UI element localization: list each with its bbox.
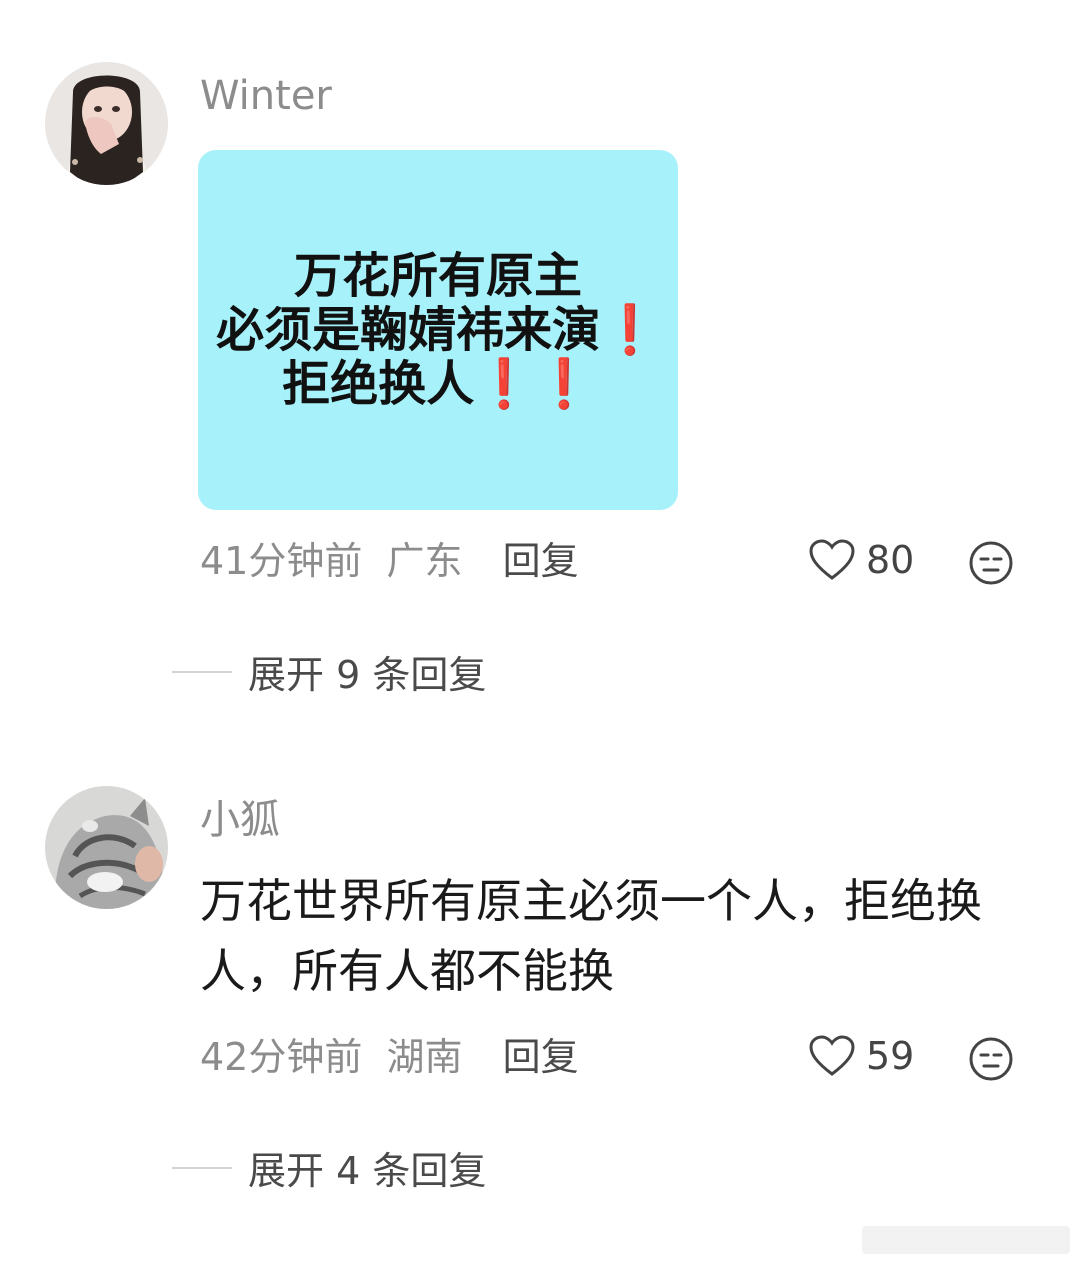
location: 湖南	[386, 1035, 463, 1079]
like-button[interactable]: 59	[808, 1034, 914, 1078]
comment-image[interactable]: 万花所有原主 必须是鞠婧祎来演❗ 拒绝换人❗❗	[198, 150, 678, 510]
avatar-cat-image	[45, 786, 168, 909]
username[interactable]: 小狐	[200, 796, 280, 844]
image-text-line-3: 拒绝换人❗❗	[282, 356, 594, 412]
watermark	[862, 1226, 1070, 1254]
timestamp: 42分钟前	[200, 1035, 363, 1079]
exclamation-icon: ❗	[600, 302, 660, 358]
image-text-line-2: 必须是鞠婧祎来演❗	[216, 302, 660, 358]
comment-item: Winter 万花所有原主 必须是鞠婧祎来演❗ 拒绝换人❗❗ 41分钟前 广东 …	[0, 0, 1080, 720]
like-count: 59	[866, 1034, 915, 1078]
exclamation-icon: ❗❗	[474, 356, 594, 412]
expand-replies-label: 展开 4 条回复	[248, 1149, 487, 1193]
expand-replies-button[interactable]: 展开 9 条回复	[172, 644, 486, 699]
avatar-girl-image	[45, 62, 168, 185]
comment-text: 万花世界所有原主必须一个人，拒绝换人，所有人都不能换	[200, 874, 982, 998]
comment-meta: 42分钟前 湖南 回复	[200, 1034, 579, 1080]
timestamp: 41分钟前	[200, 539, 363, 583]
username[interactable]: Winter	[200, 72, 332, 120]
divider-line	[172, 670, 232, 673]
expressionless-face-icon[interactable]	[968, 1036, 1014, 1082]
expand-replies-button[interactable]: 展开 4 条回复	[172, 1140, 486, 1195]
image-text-line-1: 万花所有原主	[293, 248, 582, 304]
heart-icon	[809, 539, 855, 580]
comment-meta: 41分钟前 广东 回复	[200, 538, 579, 584]
expressionless-face-icon[interactable]	[968, 540, 1014, 586]
reply-button[interactable]: 回复	[503, 1035, 579, 1079]
reply-button[interactable]: 回复	[503, 539, 579, 583]
avatar[interactable]	[45, 62, 168, 185]
like-count: 80	[866, 538, 915, 582]
avatar[interactable]	[45, 786, 168, 909]
divider-line	[172, 1166, 232, 1169]
expand-replies-label: 展开 9 条回复	[248, 653, 487, 697]
like-button[interactable]: 80	[808, 538, 914, 582]
location: 广东	[386, 539, 463, 583]
heart-icon	[809, 1035, 855, 1076]
